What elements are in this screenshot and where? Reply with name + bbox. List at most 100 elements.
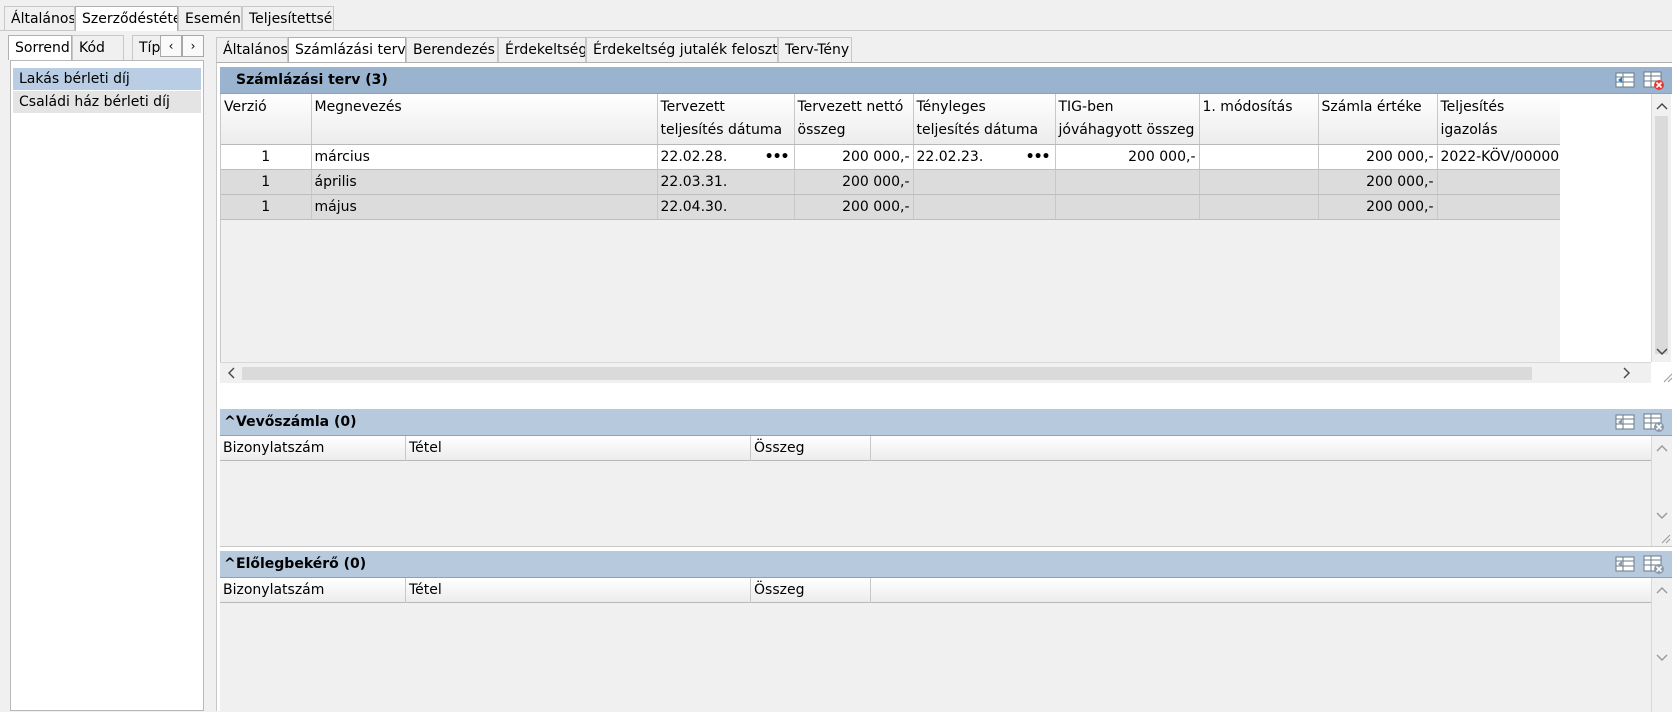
cell-tervezett-netto: 200 000,- bbox=[794, 144, 914, 170]
scroll-down-icon[interactable] bbox=[1652, 650, 1672, 666]
cell-tervezett-datum[interactable]: 22.02.28. ••• bbox=[657, 144, 795, 170]
cell-megnevezes: április bbox=[311, 169, 658, 195]
advance-title: Előlegbekérő (0) bbox=[236, 556, 367, 572]
content-frame: Számlázási terv (3) Verzió Megnevezés Te… bbox=[216, 62, 1672, 712]
advance-vertical-scrollbar[interactable] bbox=[1651, 578, 1671, 712]
tab-scroll-right-button[interactable]: › bbox=[182, 35, 204, 57]
sub-tabbar: Általános Számlázási terv Berendezés Érd… bbox=[216, 37, 1672, 62]
billing-horizontal-scrollbar[interactable] bbox=[220, 362, 1651, 383]
billing-vscroll-thumb[interactable] bbox=[1655, 116, 1668, 354]
billing-header-tools bbox=[1615, 71, 1665, 91]
scroll-right-icon[interactable] bbox=[1618, 363, 1634, 383]
invoice-grid-header: Bizonylatszám Tétel Összeg bbox=[220, 436, 1651, 461]
top-tabbar: Általános Szerződéstétel Esemény Teljesí… bbox=[0, 6, 1672, 31]
cell-teljesites-igazolas bbox=[1437, 169, 1560, 195]
list-item-lakas[interactable]: Lakás bérleti díj bbox=[13, 68, 201, 90]
scroll-up-icon[interactable] bbox=[1652, 582, 1672, 598]
billing-panel: Számlázási terv (3) Verzió Megnevezés Te… bbox=[220, 67, 1672, 405]
cell-tervezett-datum: 22.03.31. bbox=[657, 169, 795, 195]
cell-tenyleges-datum[interactable]: 22.02.23. ••• bbox=[913, 144, 1056, 170]
cell-szamla-erteke: 200 000,- bbox=[1318, 169, 1438, 195]
billing-title: Számlázási terv (3) bbox=[236, 72, 388, 88]
tab-erdekeltseg-jutalek[interactable]: Érdekeltség jutalék felosztás bbox=[586, 37, 778, 62]
cell-teljesites-igazolas bbox=[1437, 194, 1560, 220]
billing-hscroll-thumb[interactable] bbox=[242, 367, 1532, 380]
cell-szamla-erteke: 200 000,- bbox=[1318, 144, 1438, 170]
tab-sorrend[interactable]: Sorrend bbox=[8, 35, 72, 60]
col-megnevezes[interactable]: Megnevezés bbox=[311, 94, 658, 145]
resize-grip-icon[interactable] bbox=[1659, 532, 1671, 544]
cell-tervezett-netto: 200 000,- bbox=[794, 169, 914, 195]
cell-modositas bbox=[1199, 169, 1319, 195]
advance-header-tools bbox=[1615, 555, 1665, 575]
tab-szerzodestetel[interactable]: Szerződéstétel bbox=[75, 6, 178, 31]
col-verzio[interactable]: Verzió bbox=[221, 94, 312, 145]
cell-teljesites-igazolas: 2022-KÖV/000001 bbox=[1437, 144, 1560, 170]
cell-szamla-erteke: 200 000,- bbox=[1318, 194, 1438, 220]
col-tervezett-netto[interactable]: Tervezett nettó összeg bbox=[794, 94, 914, 145]
scroll-down-icon[interactable] bbox=[1652, 508, 1672, 524]
invoice-vertical-scrollbar[interactable] bbox=[1651, 436, 1671, 546]
col-tenyleges-datum[interactable]: Tényleges teljesítés dátuma bbox=[913, 94, 1056, 145]
top-tab-line bbox=[0, 30, 1672, 31]
invoice-header[interactable]: ^Vevőszámla (0) bbox=[220, 409, 1672, 436]
tab-altalanos[interactable]: Általános bbox=[4, 6, 75, 31]
col-bizonylatszam[interactable]: Bizonylatszám bbox=[220, 578, 406, 603]
col-bizonylatszam[interactable]: Bizonylatszám bbox=[220, 436, 406, 461]
cell-tig-osszeg bbox=[1055, 169, 1200, 195]
reset-layout-icon[interactable] bbox=[1643, 413, 1665, 433]
col-osszeg[interactable]: Összeg bbox=[751, 436, 871, 461]
tab-tipus[interactable]: Típ bbox=[132, 35, 162, 60]
cell-modositas bbox=[1199, 144, 1319, 170]
col-teljesites-igazolas[interactable]: Teljesítés igazolás bbox=[1437, 94, 1560, 145]
scroll-down-icon[interactable] bbox=[1652, 344, 1672, 360]
tab-terv-teny[interactable]: Terv-Tény bbox=[778, 37, 852, 62]
tab-kod[interactable]: Kód bbox=[72, 35, 124, 60]
date-picker-button[interactable]: ••• bbox=[765, 145, 790, 169]
invoice-header-tools bbox=[1615, 413, 1665, 433]
table-row[interactable]: 1 május 22.04.30. 200 000,- 200 000,- bbox=[221, 194, 1560, 220]
cell-verzio: 1 bbox=[221, 144, 312, 170]
advance-header[interactable]: ^Előlegbekérő (0) bbox=[220, 551, 1672, 578]
scroll-up-icon[interactable] bbox=[1652, 440, 1672, 456]
list-item-csaladi-haz[interactable]: Családi ház bérleti díj bbox=[13, 91, 201, 113]
tab-scroll-left-button[interactable]: ‹ bbox=[160, 35, 182, 57]
date-picker-button[interactable]: ••• bbox=[1026, 145, 1051, 169]
col-tetel[interactable]: Tétel bbox=[406, 436, 751, 461]
collapse-caret-icon[interactable]: ^ bbox=[224, 409, 236, 435]
col-tervezett-datum[interactable]: Tervezett teljesítés dátuma bbox=[657, 94, 795, 145]
invoice-title: Vevőszámla (0) bbox=[236, 414, 357, 430]
tab-teljesitettseg[interactable]: Teljesítettség bbox=[242, 6, 334, 31]
col-modositas[interactable]: 1. módosítás bbox=[1199, 94, 1319, 145]
cell-megnevezes: május bbox=[311, 194, 658, 220]
scroll-left-icon[interactable] bbox=[224, 363, 240, 383]
reset-layout-icon[interactable] bbox=[1643, 71, 1665, 91]
column-chooser-icon[interactable] bbox=[1615, 71, 1635, 89]
col-tig-osszeg[interactable]: TIG-ben jóváhagyott összeg bbox=[1055, 94, 1200, 145]
tab-berendezes[interactable]: Berendezés bbox=[406, 37, 498, 62]
billing-grid-area: Verzió Megnevezés Tervezett teljesítés d… bbox=[220, 94, 1560, 362]
table-row[interactable]: 1 március 22.02.28. ••• 200 000,- 22.02.2… bbox=[221, 144, 1560, 170]
cell-modositas bbox=[1199, 194, 1319, 220]
cell-verzio: 1 bbox=[221, 194, 312, 220]
advance-grid-header: Bizonylatszám Tétel Összeg bbox=[220, 578, 1651, 603]
resize-grip-icon[interactable] bbox=[1661, 371, 1672, 383]
cell-tenyleges-datum bbox=[913, 169, 1056, 195]
reset-layout-icon[interactable] bbox=[1643, 555, 1665, 575]
scroll-up-icon[interactable] bbox=[1652, 98, 1672, 114]
tab-esemeny[interactable]: Esemény bbox=[178, 6, 242, 31]
collapse-caret-icon[interactable]: ^ bbox=[224, 551, 236, 577]
col-tetel[interactable]: Tétel bbox=[406, 578, 751, 603]
column-chooser-icon[interactable] bbox=[1615, 413, 1635, 431]
column-chooser-icon[interactable] bbox=[1615, 555, 1635, 573]
col-szamla-erteke[interactable]: Számla értéke bbox=[1318, 94, 1438, 145]
billing-vertical-scrollbar[interactable] bbox=[1651, 94, 1671, 362]
tab-szamlazasi-terv[interactable]: Számlázási terv bbox=[288, 37, 406, 62]
col-osszeg[interactable]: Összeg bbox=[751, 578, 871, 603]
table-row[interactable]: 1 április 22.03.31. 200 000,- 200 000,- bbox=[221, 169, 1560, 195]
billing-header-row: Verzió Megnevezés Tervezett teljesítés d… bbox=[221, 94, 1560, 145]
cell-verzio: 1 bbox=[221, 169, 312, 195]
tab-sub-altalanos[interactable]: Általános bbox=[216, 37, 288, 62]
left-tabbar: Sorrend Kód Típ ‹ › bbox=[8, 35, 204, 60]
tab-erdekeltseg[interactable]: Érdekeltség bbox=[498, 37, 586, 62]
